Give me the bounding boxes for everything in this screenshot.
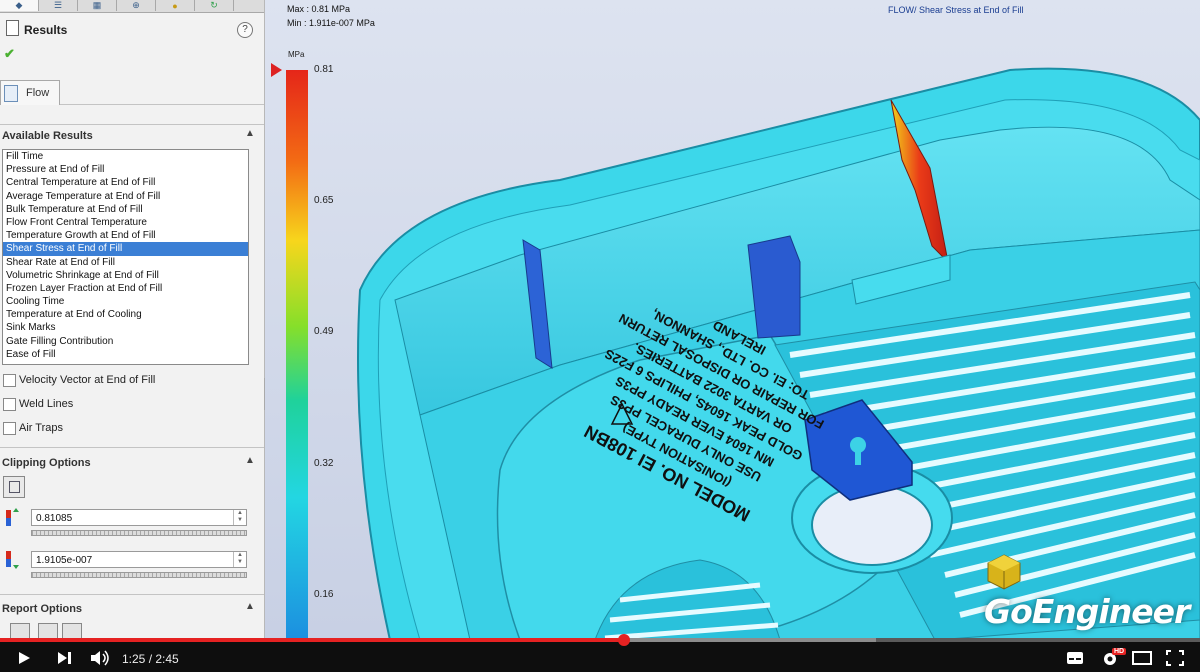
ok-check-icon[interactable]: ✔ xyxy=(4,46,15,62)
result-list-item[interactable]: Temperature Growth at End of Fill xyxy=(3,229,248,242)
result-list-item[interactable]: Average Temperature at End of Fill xyxy=(3,190,248,203)
collapse-caret-icon[interactable]: ▲ xyxy=(245,455,255,466)
legend-unit: MPa xyxy=(288,50,305,59)
min-clip-icon xyxy=(3,549,23,571)
air-traps-checkbox[interactable] xyxy=(3,422,16,435)
result-list-item[interactable]: Shear Rate at End of Fill xyxy=(3,256,248,269)
crosshair-icon: ⊕ xyxy=(132,0,140,10)
max-clip-slider[interactable] xyxy=(31,530,247,536)
divider xyxy=(0,447,264,448)
result-list-item[interactable]: Bulk Temperature at End of Fill xyxy=(3,203,248,216)
result-list-item[interactable]: Temperature at End of Cooling xyxy=(3,308,248,321)
plastics-icon: ↻ xyxy=(210,0,218,10)
max-clip-icon xyxy=(3,508,23,530)
legend-tick: 0.49 xyxy=(314,326,334,337)
result-list-item[interactable]: Cooling Time xyxy=(3,295,248,308)
velocity-vector-label: Velocity Vector at End of Fill xyxy=(19,374,156,386)
report-options-heading: Report Options xyxy=(2,603,83,615)
results-listbox[interactable]: Fill Time Pressure at End of Fill Central … xyxy=(2,149,249,365)
results-icon xyxy=(6,20,19,36)
clipping-options-heading: Clipping Options xyxy=(2,457,91,469)
result-list-item[interactable]: Volumetric Shrinkage at End of Fill xyxy=(3,269,248,282)
min-clip-value: 1.9105e-007 xyxy=(36,555,93,566)
max-clip-input[interactable]: 0.81085 ▲ ▼ xyxy=(31,509,247,526)
fullscreen-icon[interactable] xyxy=(1166,650,1184,666)
next-icon[interactable] xyxy=(56,650,74,666)
flow-tab-label: Flow xyxy=(26,87,50,99)
legend-tick: 0.65 xyxy=(314,195,334,206)
max-readout: Max : 0.81 MPa xyxy=(287,4,351,14)
min-readout: Min : 1.911e-007 MPa xyxy=(287,18,375,28)
hd-badge: HD xyxy=(1112,648,1127,655)
max-clip-value: 0.81085 xyxy=(36,513,73,524)
logo-text: GoEngineer xyxy=(984,592,1190,631)
min-clip-spinner[interactable]: ▲ ▼ xyxy=(233,552,246,567)
result-list-item[interactable]: Fill Time xyxy=(3,150,248,163)
flow-tab-icon xyxy=(4,85,18,102)
result-list-item[interactable]: Sink Marks xyxy=(3,321,248,334)
result-list-item[interactable]: Central Temperature at End of Fill xyxy=(3,176,248,189)
played-bar xyxy=(0,638,624,642)
result-list-item[interactable]: Pressure at End of Fill xyxy=(3,163,248,176)
legend-tick: 0.16 xyxy=(314,589,334,600)
config-icon: ▦ xyxy=(92,0,102,10)
appearance-icon: ● xyxy=(172,0,178,11)
scrubber-knob[interactable] xyxy=(618,634,630,646)
air-traps-label: Air Traps xyxy=(19,422,64,434)
max-clip-spinner[interactable]: ▲ ▼ xyxy=(233,510,246,525)
tab-dimxpert[interactable]: ⊕ xyxy=(117,0,156,11)
result-list-item[interactable]: Flow Front Central Temperature xyxy=(3,216,248,229)
part-render: MODEL NO. EI 108BN(IONISATION TYPE)USE O… xyxy=(265,0,1200,640)
result-list-item[interactable]: Shear Stress at End of Fill xyxy=(3,242,248,256)
clipping-toggle-button[interactable] xyxy=(3,476,25,498)
tab-flow[interactable]: Flow xyxy=(0,80,60,105)
panel-title: Results xyxy=(24,23,68,37)
results-panel: ◆ ☰ ▦ ⊕ ● ↻ Results ? ✔ Flow Available R… xyxy=(0,0,265,640)
collapse-caret-icon[interactable]: ▲ xyxy=(245,601,255,612)
video-controls-bar xyxy=(0,640,1200,672)
result-list-item[interactable]: Gate Filling Contribution xyxy=(3,335,248,348)
divider xyxy=(0,124,264,125)
tab-display[interactable]: ● xyxy=(156,0,195,11)
help-icon[interactable]: ? xyxy=(237,22,253,38)
legend-pointer-icon[interactable] xyxy=(271,63,282,77)
play-icon[interactable] xyxy=(16,650,32,666)
min-clip-input[interactable]: 1.9105e-007 ▲ ▼ xyxy=(31,551,247,568)
available-results-heading: Available Results xyxy=(2,130,93,142)
tab-plastics[interactable]: ↻ xyxy=(195,0,234,11)
min-clip-slider[interactable] xyxy=(31,572,247,578)
legend-tick: 0.81 xyxy=(314,64,334,75)
result-list-item[interactable]: Frozen Layer Fraction at End of Fill xyxy=(3,282,248,295)
result-list-item[interactable]: Ease of Fill xyxy=(3,348,248,361)
velocity-vector-checkbox[interactable] xyxy=(3,374,16,387)
subtitles-icon[interactable] xyxy=(1066,651,1084,665)
weld-lines-label: Weld Lines xyxy=(19,398,74,410)
tab-feature-tree[interactable]: ◆ xyxy=(0,0,39,11)
volume-icon[interactable] xyxy=(89,650,111,666)
tab-property-manager[interactable]: ☰ xyxy=(39,0,78,11)
theater-mode-icon[interactable] xyxy=(1132,651,1152,665)
time-display: 1:25 / 2:45 xyxy=(122,652,179,666)
goengineer-logo-icon xyxy=(987,554,1021,590)
progress-bar[interactable] xyxy=(0,634,1200,646)
list-icon: ☰ xyxy=(53,0,63,10)
feature-tree-icon: ◆ xyxy=(15,0,23,10)
result-title: FLOW/ Shear Stress at End of Fill xyxy=(888,5,1024,15)
tab-configuration[interactable]: ▦ xyxy=(78,0,117,11)
weld-lines-checkbox[interactable] xyxy=(3,398,16,411)
collapse-caret-icon[interactable]: ▲ xyxy=(245,128,255,139)
legend-tick: 0.32 xyxy=(314,458,334,469)
feature-manager-tabs: ◆ ☰ ▦ ⊕ ● ↻ xyxy=(0,0,264,13)
divider xyxy=(0,594,264,595)
color-legend-bar xyxy=(286,70,308,640)
graphics-viewport[interactable]: MODEL NO. EI 108BN(IONISATION TYPE)USE O… xyxy=(265,0,1200,640)
